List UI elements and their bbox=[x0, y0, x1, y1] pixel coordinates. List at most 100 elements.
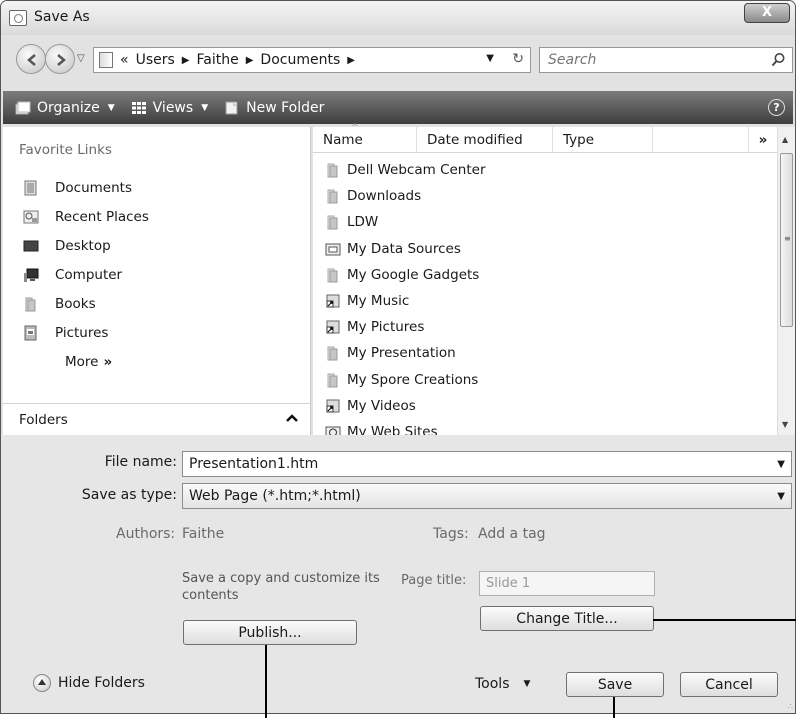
address-dropdown-icon[interactable]: ▼ bbox=[486, 53, 494, 64]
list-item-label: My Music bbox=[347, 293, 410, 310]
scroll-grip-icon: ≡ bbox=[784, 234, 791, 243]
breadcrumb[interactable]: « Users ▶ Faithe ▶ Documents ▶ ▼ ↻ bbox=[93, 47, 531, 73]
list-item[interactable]: My Data Sources bbox=[325, 236, 765, 262]
list-item[interactable]: My Presentation bbox=[325, 340, 765, 366]
breadcrumb-separator-icon[interactable]: ▶ bbox=[246, 55, 254, 66]
search-box bbox=[539, 47, 793, 73]
more-columns-button[interactable]: » bbox=[749, 127, 777, 153]
tools-label: Tools bbox=[475, 676, 510, 692]
dialog-icon bbox=[9, 10, 27, 26]
title-bar: Save As X bbox=[1, 1, 795, 35]
change-title-button[interactable]: Change Title... bbox=[480, 606, 654, 631]
favorite-recent-places[interactable]: Recent Places bbox=[3, 202, 310, 231]
organize-icon bbox=[15, 101, 31, 114]
forward-button[interactable] bbox=[45, 44, 75, 74]
save-button[interactable]: Save bbox=[566, 672, 664, 697]
favorite-documents[interactable]: Documents bbox=[3, 173, 310, 202]
file-list-scrollbar[interactable]: ▲ ≡ ▼ bbox=[777, 127, 795, 435]
list-item-label: LDW bbox=[347, 214, 379, 231]
favorite-books[interactable]: Books bbox=[3, 289, 310, 318]
folders-label: Folders bbox=[19, 411, 68, 428]
save-as-type-dropdown-icon[interactable]: ▼ bbox=[777, 491, 785, 502]
scroll-down-icon[interactable]: ▼ bbox=[782, 420, 788, 429]
list-item[interactable]: Downloads bbox=[325, 183, 765, 209]
folder-icon bbox=[327, 268, 338, 283]
save-as-dialog: Save As X ▽ « Users ▶ Faithe ▶ Documents… bbox=[0, 0, 796, 714]
list-item[interactable]: My Videos bbox=[325, 393, 765, 419]
chevron-up-icon bbox=[286, 414, 298, 422]
file-name-field[interactable]: Presentation1.htm ▼ bbox=[182, 451, 792, 477]
views-button[interactable]: Views ▼ bbox=[115, 91, 208, 124]
recent-pages-button[interactable]: ▽ bbox=[77, 53, 85, 64]
list-item[interactable]: My Pictures bbox=[325, 314, 765, 340]
save-options-form: File name: Presentation1.htm ▼ Save as t… bbox=[1, 435, 795, 713]
list-item-label: My Google Gadgets bbox=[347, 266, 480, 283]
column-name[interactable]: ^ Name bbox=[313, 123, 417, 153]
column-headers: ^ Name Date modified Type » bbox=[313, 123, 777, 153]
favorite-label: Recent Places bbox=[55, 208, 149, 225]
organize-label: Organize bbox=[37, 99, 100, 116]
close-button[interactable]: X bbox=[744, 3, 790, 23]
tools-caret-icon: ▼ bbox=[523, 679, 531, 689]
scroll-up-icon[interactable]: ▲ bbox=[782, 135, 788, 144]
back-button[interactable] bbox=[16, 44, 46, 74]
authors-value[interactable]: Faithe bbox=[182, 526, 224, 542]
cancel-button[interactable]: Cancel bbox=[680, 672, 778, 697]
breadcrumb-overflow[interactable]: « bbox=[120, 52, 129, 68]
list-item[interactable]: My Web Sites bbox=[325, 419, 765, 435]
column-type[interactable]: Type bbox=[553, 127, 653, 153]
file-name-label: File name: bbox=[104, 454, 177, 470]
folder-icon bbox=[327, 189, 338, 204]
publish-button[interactable]: Publish... bbox=[183, 620, 357, 645]
breadcrumb-users[interactable]: Users bbox=[136, 52, 175, 68]
column-date-label: Date modified bbox=[427, 132, 523, 148]
new-folder-button[interactable]: New Folder bbox=[208, 91, 324, 124]
refresh-icon[interactable]: ↻ bbox=[512, 51, 524, 67]
save-as-type-select[interactable]: Web Page (*.htm;*.html) ▼ bbox=[182, 483, 792, 509]
column-date-modified[interactable]: Date modified bbox=[417, 127, 553, 153]
favorite-label: Pictures bbox=[55, 324, 109, 341]
help-icon[interactable]: ? bbox=[768, 99, 785, 116]
list-item-label: Downloads bbox=[347, 188, 422, 205]
list-item-label: My Pictures bbox=[347, 319, 425, 336]
breadcrumb-separator-icon[interactable]: ▶ bbox=[182, 55, 190, 66]
folders-toggle[interactable]: Folders bbox=[3, 403, 310, 435]
search-input[interactable] bbox=[540, 48, 760, 72]
search-icon[interactable] bbox=[770, 52, 786, 68]
list-item[interactable]: My Music bbox=[325, 288, 765, 314]
tags-label: Tags: bbox=[433, 526, 469, 542]
file-name-value: Presentation1.htm bbox=[189, 456, 319, 472]
breadcrumb-faithe[interactable]: Faithe bbox=[197, 52, 239, 68]
forward-arrow-icon bbox=[57, 54, 66, 66]
more-chevron-icon: » bbox=[103, 353, 113, 370]
list-item[interactable]: My Spore Creations bbox=[325, 367, 765, 393]
address-row: ▽ « Users ▶ Faithe ▶ Documents ▶ ▼ ↻ bbox=[1, 41, 795, 77]
breadcrumb-documents[interactable]: Documents bbox=[260, 52, 340, 68]
scroll-thumb[interactable]: ≡ bbox=[780, 153, 793, 327]
column-extra[interactable] bbox=[653, 127, 749, 153]
list-item[interactable]: Dell Webcam Center bbox=[325, 157, 765, 183]
resize-grip-icon[interactable]: ∴ bbox=[788, 702, 793, 711]
breadcrumb-separator-icon[interactable]: ▶ bbox=[347, 55, 355, 66]
list-item[interactable]: LDW bbox=[325, 209, 765, 235]
more-links[interactable]: More » bbox=[3, 347, 310, 376]
favorite-label: Documents bbox=[55, 179, 132, 196]
file-list: Dell Webcam Center Downloads LDW My Data… bbox=[325, 157, 765, 435]
command-toolbar: Organize ▼ Views ▼ New Folder ? bbox=[3, 91, 793, 124]
list-item[interactable]: My Google Gadgets bbox=[325, 262, 765, 288]
shortcut-icon bbox=[326, 399, 340, 413]
list-item-label: My Spore Creations bbox=[347, 371, 479, 388]
organize-button[interactable]: Organize ▼ bbox=[3, 91, 115, 124]
favorite-computer[interactable]: Computer bbox=[3, 260, 310, 289]
file-name-dropdown-icon[interactable]: ▼ bbox=[777, 459, 785, 470]
tools-menu-button[interactable]: Tools ▼ bbox=[475, 676, 530, 692]
favorite-desktop[interactable]: Desktop bbox=[3, 231, 310, 260]
page-title-label: Page title: bbox=[401, 573, 467, 588]
favorite-pictures[interactable]: Pictures bbox=[3, 318, 310, 347]
folder-icon bbox=[327, 373, 338, 388]
web-folder-icon bbox=[325, 426, 341, 435]
tags-value[interactable]: Add a tag bbox=[478, 526, 546, 542]
file-list-pane: ^ Name Date modified Type » Dell Webcam … bbox=[313, 123, 795, 435]
back-arrow-icon bbox=[27, 54, 36, 66]
hide-folders-button[interactable]: Hide Folders bbox=[33, 674, 145, 692]
